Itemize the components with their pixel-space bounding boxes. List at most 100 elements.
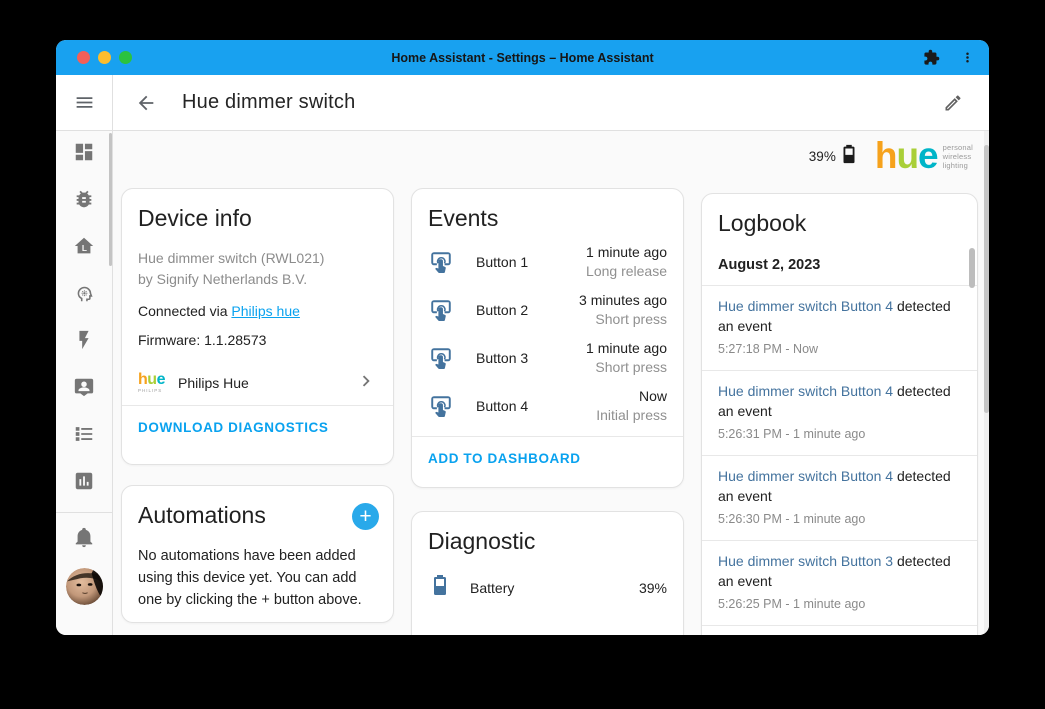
list-box-icon [73, 423, 95, 450]
device-model: Hue dimmer switch (RWL021) by Signify Ne… [138, 248, 377, 290]
sidebar-item-people[interactable] [56, 366, 112, 413]
hue-integration-logo: hue PHILIPS [138, 373, 178, 393]
avatar [66, 568, 103, 605]
integration-row[interactable]: hue PHILIPS Philips Hue [138, 370, 377, 395]
window-title: Home Assistant - Settings – Home Assista… [56, 51, 989, 65]
event-button-label: Button 2 [476, 302, 579, 318]
logbook-entry-time: 5:26:30 PM - 1 minute ago [718, 509, 961, 529]
event-row: Button 1 1 minute agoLong release [412, 238, 683, 286]
automations-empty-text: No automations have been added using thi… [122, 535, 393, 623]
event-time: Now [596, 387, 667, 406]
integration-name: Philips Hue [178, 375, 355, 391]
sidebar-item-profile[interactable] [56, 563, 112, 610]
sidebar: L [56, 131, 112, 635]
logbook-entry-time: 5:26:25 PM - 1 minute ago [718, 594, 961, 614]
gesture-tap-button-icon [428, 345, 458, 371]
hue-brand-logo: hue personal wireless lighting [875, 139, 973, 173]
sidebar-item-dashboards[interactable] [56, 131, 112, 178]
logbook-entry: Hue dimmer switch Button 4 detected an e… [702, 286, 977, 370]
sidebar-item-assist[interactable] [56, 272, 112, 319]
home-icon: L [73, 235, 95, 262]
sidebar-item-home[interactable]: L [56, 225, 112, 272]
diagnostic-card: Diagnostic Battery 39% [411, 511, 684, 635]
logbook-entity-link[interactable]: Hue dimmer switch Button 3 [718, 553, 893, 569]
download-diagnostics-button[interactable]: DOWNLOAD DIAGNOSTICS [138, 420, 329, 435]
sidebar-item-bug[interactable] [56, 178, 112, 225]
event-row: Button 3 1 minute agoShort press [412, 334, 683, 382]
chart-box-icon [73, 470, 95, 497]
logbook-entry: Hue dimmer switch Button 4 detected an e… [702, 456, 977, 540]
back-button[interactable] [135, 92, 157, 114]
sidebar-scrollbar-thumb[interactable] [109, 133, 112, 266]
sidebar-item-todo[interactable] [56, 413, 112, 460]
bell-icon [73, 526, 95, 553]
logbook-entry: Hue dimmer switch Button 3 detected an e… [702, 541, 977, 625]
event-detail: Short press [579, 310, 667, 329]
event-button-label: Button 4 [476, 398, 596, 414]
sidebar-section-divider [56, 512, 112, 513]
hue-logo-tagline: personal wireless lighting [943, 143, 973, 170]
main-content: 39% hue personal wireless lighting Devic… [113, 131, 989, 635]
extensions-puzzle-icon[interactable] [923, 49, 940, 66]
firmware-version: Firmware: 1.1.28573 [138, 332, 377, 348]
bug-icon [73, 188, 95, 215]
add-automation-button[interactable]: + [352, 503, 379, 530]
account-badge-icon [73, 376, 95, 403]
event-row: Button 4 NowInitial press [412, 382, 683, 430]
event-row: Button 2 3 minutes agoShort press [412, 286, 683, 334]
logbook-entry: Hue dimmer switch Button 4 detected an e… [702, 371, 977, 455]
add-to-dashboard-button[interactable]: ADD TO DASHBOARD [428, 451, 581, 466]
connected-via: Connected via Philips hue [138, 303, 377, 319]
events-card: Events Button 1 1 minute agoLong release… [411, 188, 684, 488]
philips-hue-link[interactable]: Philips hue [231, 303, 300, 319]
event-time: 3 minutes ago [579, 291, 667, 310]
event-detail: Long release [586, 262, 667, 281]
diagnostic-label: Battery [470, 580, 639, 596]
app-window: Home Assistant - Settings – Home Assista… [56, 40, 989, 635]
sidebar-item-history[interactable] [56, 460, 112, 507]
logbook-scrollbar-thumb[interactable] [969, 248, 975, 288]
diagnostic-row: Battery 39% [412, 561, 683, 614]
gesture-tap-button-icon [428, 249, 458, 275]
view-dashboard-icon [73, 141, 95, 168]
logbook-card: Logbook August 2, 2023 Hue dimmer switch… [701, 193, 978, 635]
event-time: 1 minute ago [586, 339, 667, 358]
battery-percent: 39% [809, 149, 836, 164]
browser-titlebar: Home Assistant - Settings – Home Assista… [56, 40, 989, 75]
logbook-title: Logbook [702, 194, 977, 243]
device-info-title: Device info [122, 189, 393, 238]
device-topbar: 39% hue personal wireless lighting [809, 139, 973, 173]
head-cog-icon [73, 282, 95, 309]
automations-card: Automations + No automations have been a… [121, 485, 394, 623]
logbook-entry: Hue dimmer switch Button 3 detected [702, 626, 977, 635]
logbook-entity-link[interactable]: Hue dimmer switch Button 4 [718, 383, 893, 399]
logbook-entity-link[interactable]: Hue dimmer switch Button 4 [718, 298, 893, 314]
page-header: Hue dimmer switch [56, 75, 989, 131]
browser-menu-kebab-icon[interactable] [960, 50, 975, 65]
sidebar-item-notifications[interactable] [56, 516, 112, 563]
sidebar-menu-button[interactable] [56, 92, 112, 113]
logbook-entry-time: 5:26:31 PM - 1 minute ago [718, 424, 961, 444]
hue-logo-word: hue [875, 139, 938, 173]
event-button-label: Button 1 [476, 254, 586, 270]
logbook-entity-link[interactable]: Hue dimmer switch Button 4 [718, 468, 893, 484]
content-scrollbar-thumb[interactable] [984, 145, 989, 413]
device-info-card: Device info Hue dimmer switch (RWL021) b… [121, 188, 394, 465]
battery-icon [838, 143, 860, 170]
diagnostic-title: Diagnostic [412, 512, 683, 561]
event-detail: Initial press [596, 406, 667, 425]
logbook-date: August 2, 2023 [702, 243, 977, 285]
battery-40-icon [428, 573, 452, 602]
battery-indicator: 39% [809, 143, 860, 170]
event-detail: Short press [586, 358, 667, 377]
automations-title: Automations [122, 486, 282, 535]
gesture-tap-button-icon [428, 297, 458, 323]
edit-pencil-icon[interactable] [943, 93, 963, 113]
sidebar-item-energy[interactable] [56, 319, 112, 366]
page-title: Hue dimmer switch [182, 91, 355, 114]
lightning-bolt-icon [73, 329, 95, 356]
diagnostic-value: 39% [639, 580, 667, 596]
chevron-right-icon [355, 370, 377, 395]
events-title: Events [412, 189, 683, 238]
svg-text:L: L [82, 244, 87, 253]
